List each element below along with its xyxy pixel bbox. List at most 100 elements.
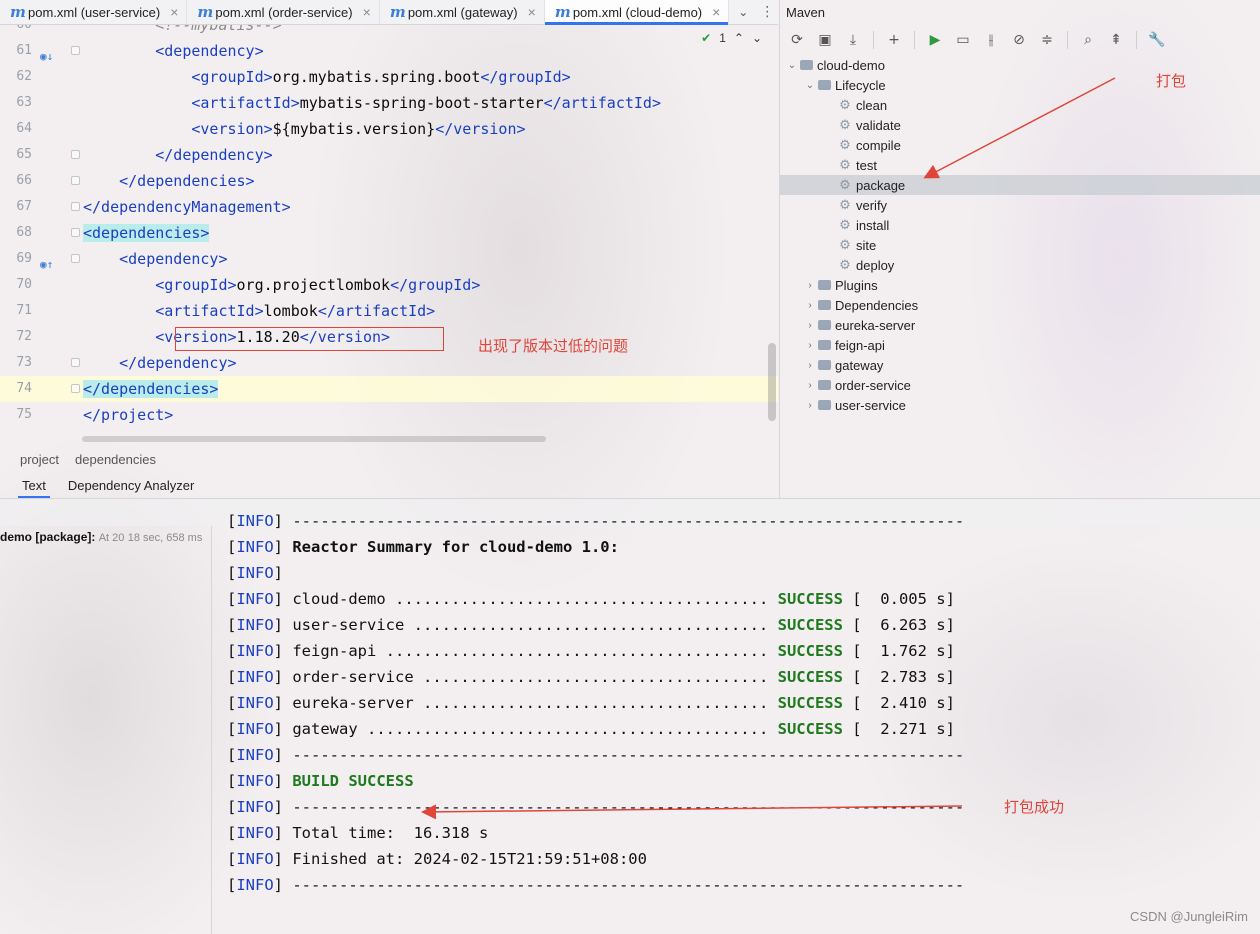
line-number: 68: [16, 225, 32, 240]
gutter-marker-icon[interactable]: ◉↓: [40, 44, 53, 70]
fold-marker[interactable]: [71, 150, 80, 159]
collapsed-chevron-icon[interactable]: ›: [804, 300, 816, 311]
bracket: [: [227, 850, 237, 868]
xml-tag: <artifactId>: [191, 94, 300, 112]
expanded-chevron-icon[interactable]: ⌄: [786, 60, 798, 71]
xml-tag: <artifactId>: [155, 302, 264, 320]
close-icon[interactable]: ×: [363, 4, 371, 20]
chevron-up-icon[interactable]: ⌃: [734, 31, 744, 45]
maven-group-dependencies[interactable]: › Dependencies: [780, 295, 1260, 315]
tab-pom-1[interactable]: m pom.xml (order-service) ×: [187, 0, 380, 24]
collapsed-chevron-icon[interactable]: ›: [804, 320, 816, 331]
add-icon[interactable]: +: [883, 29, 905, 51]
collapsed-chevron-icon[interactable]: ›: [804, 280, 816, 291]
bracket: [: [227, 694, 237, 712]
lifecycle-goal-compile[interactable]: ⚙ compile: [780, 135, 1260, 155]
skip-tests-icon[interactable]: ⊘: [1008, 29, 1030, 51]
maven-module-eureka-server[interactable]: › eureka-server: [780, 315, 1260, 335]
fold-marker[interactable]: [71, 384, 80, 393]
maven-lifecycle[interactable]: ⌄ Lifecycle: [780, 75, 1260, 95]
collapsed-chevron-icon[interactable]: ›: [804, 340, 816, 351]
code-line: 62 <groupId>org.mybatis.spring.boot</gro…: [0, 64, 778, 90]
tab-list-chevron-icon[interactable]: ⌄: [729, 0, 757, 24]
lifecycle-goal-install[interactable]: ⚙ install: [780, 215, 1260, 235]
analyze-dependencies-icon[interactable]: ⌕: [1077, 29, 1099, 51]
separator: ----------------------------------------…: [292, 746, 965, 764]
lifecycle-goal-site[interactable]: ⚙ site: [780, 235, 1260, 255]
maven-module-feign-api[interactable]: › feign-api: [780, 335, 1260, 355]
fold-marker[interactable]: [71, 202, 80, 211]
run-task-item[interactable]: demo [package]: At 20 18 sec, 658 ms: [0, 530, 202, 544]
collapsed-chevron-icon[interactable]: ›: [804, 380, 816, 391]
close-icon[interactable]: ×: [528, 4, 536, 20]
code-line: 73 </dependency>: [0, 350, 778, 376]
lifecycle-goal-validate[interactable]: ⚙ validate: [780, 115, 1260, 135]
tab-pom-0[interactable]: m pom.xml (user-service) ×: [0, 0, 188, 24]
tree-label: install: [856, 217, 890, 233]
more-options-icon[interactable]: ⋮: [757, 0, 777, 24]
tab-pom-2[interactable]: m pom.xml (gateway) ×: [380, 0, 545, 24]
fold-marker[interactable]: [71, 228, 80, 237]
module-status: SUCCESS: [777, 590, 843, 608]
line-number: 67: [16, 199, 32, 214]
code-text: <dependency>: [83, 38, 263, 64]
code-editor[interactable]: 75 </project> 74 </dependencies> 73 </depend…: [0, 25, 778, 435]
editor-horizontal-scrollbar[interactable]: [82, 436, 546, 442]
editor-vertical-scrollbar[interactable]: [768, 343, 776, 421]
lifecycle-goal-clean[interactable]: ⚙ clean: [780, 95, 1260, 115]
line-number: 61: [16, 43, 32, 58]
generate-sources-icon[interactable]: ▣: [814, 29, 836, 51]
inspection-widget[interactable]: ✔ 1 ⌃ ⌄: [701, 31, 762, 45]
maven-module-order-service[interactable]: › order-service: [780, 375, 1260, 395]
breadcrumb-item[interactable]: project: [20, 452, 59, 467]
fold-marker[interactable]: [71, 358, 80, 367]
breadcrumb-item[interactable]: dependencies: [75, 452, 156, 467]
fold-marker[interactable]: [71, 254, 80, 263]
fold-marker[interactable]: [71, 176, 80, 185]
maven-module-icon: [818, 320, 831, 330]
run-icon[interactable]: ▶: [924, 29, 946, 51]
collapse-icon[interactable]: ≑: [1036, 29, 1058, 51]
subtab-text[interactable]: Text: [18, 472, 50, 498]
settings-wrench-icon[interactable]: 🔧: [1146, 29, 1168, 51]
xml-tag: <groupId>: [191, 68, 273, 86]
maven-group-plugins[interactable]: › Plugins: [780, 275, 1260, 295]
maven-module-user-service[interactable]: › user-service: [780, 395, 1260, 415]
maven-root-cloud-demo[interactable]: ⌄ cloud-demo: [780, 55, 1260, 75]
xml-tag: </artifactId>: [317, 302, 436, 320]
collapsed-chevron-icon[interactable]: ›: [804, 360, 816, 371]
download-icon[interactable]: ⤓: [842, 29, 864, 51]
collapsed-chevron-icon[interactable]: ›: [804, 400, 816, 411]
line-number: 63: [16, 95, 32, 110]
console-line: [INFO]: [227, 560, 292, 586]
bracket: ]: [273, 746, 293, 764]
console-module-line: [INFO] user-service ....................…: [227, 612, 955, 638]
gutter-marker-icon[interactable]: ◉↑: [40, 252, 53, 278]
tab-pom-3[interactable]: m pom.xml (cloud-demo) ×: [544, 0, 730, 25]
code-text: </dependencies>: [83, 376, 219, 402]
console-output[interactable]: [INFO] ---------------------------------…: [213, 510, 1260, 934]
package-annotation: 打包: [1156, 72, 1187, 90]
toggle-offline-icon[interactable]: ⫲: [980, 29, 1002, 51]
maven-module-gateway[interactable]: › gateway: [780, 355, 1260, 375]
maven-title: Maven: [786, 5, 826, 20]
lifecycle-goal-deploy[interactable]: ⚙ deploy: [780, 255, 1260, 275]
finished-at: Finished at: 2024-02-15T21:59:51+08:00: [292, 850, 647, 868]
show-diagram-icon[interactable]: ⇞: [1105, 29, 1127, 51]
tree-label: Dependencies: [835, 297, 919, 313]
chevron-down-icon[interactable]: ⌄: [752, 31, 762, 45]
subtab-dependency-analyzer[interactable]: Dependency Analyzer: [68, 472, 194, 498]
lifecycle-goal-test[interactable]: ⚙ test: [780, 155, 1260, 175]
line-number: 72: [16, 329, 32, 344]
lifecycle-goal-verify[interactable]: ⚙ verify: [780, 195, 1260, 215]
reload-icon[interactable]: ⟳: [786, 29, 808, 51]
bracket: [: [227, 512, 237, 530]
expanded-chevron-icon[interactable]: ⌄: [804, 80, 816, 91]
close-icon[interactable]: ×: [170, 4, 178, 20]
execute-goal-icon[interactable]: ▭: [952, 29, 974, 51]
lifecycle-goal-package[interactable]: ⚙ package: [780, 175, 1260, 195]
info-tag: INFO: [236, 616, 274, 634]
close-icon[interactable]: ×: [712, 4, 720, 20]
fold-marker[interactable]: [71, 46, 80, 55]
